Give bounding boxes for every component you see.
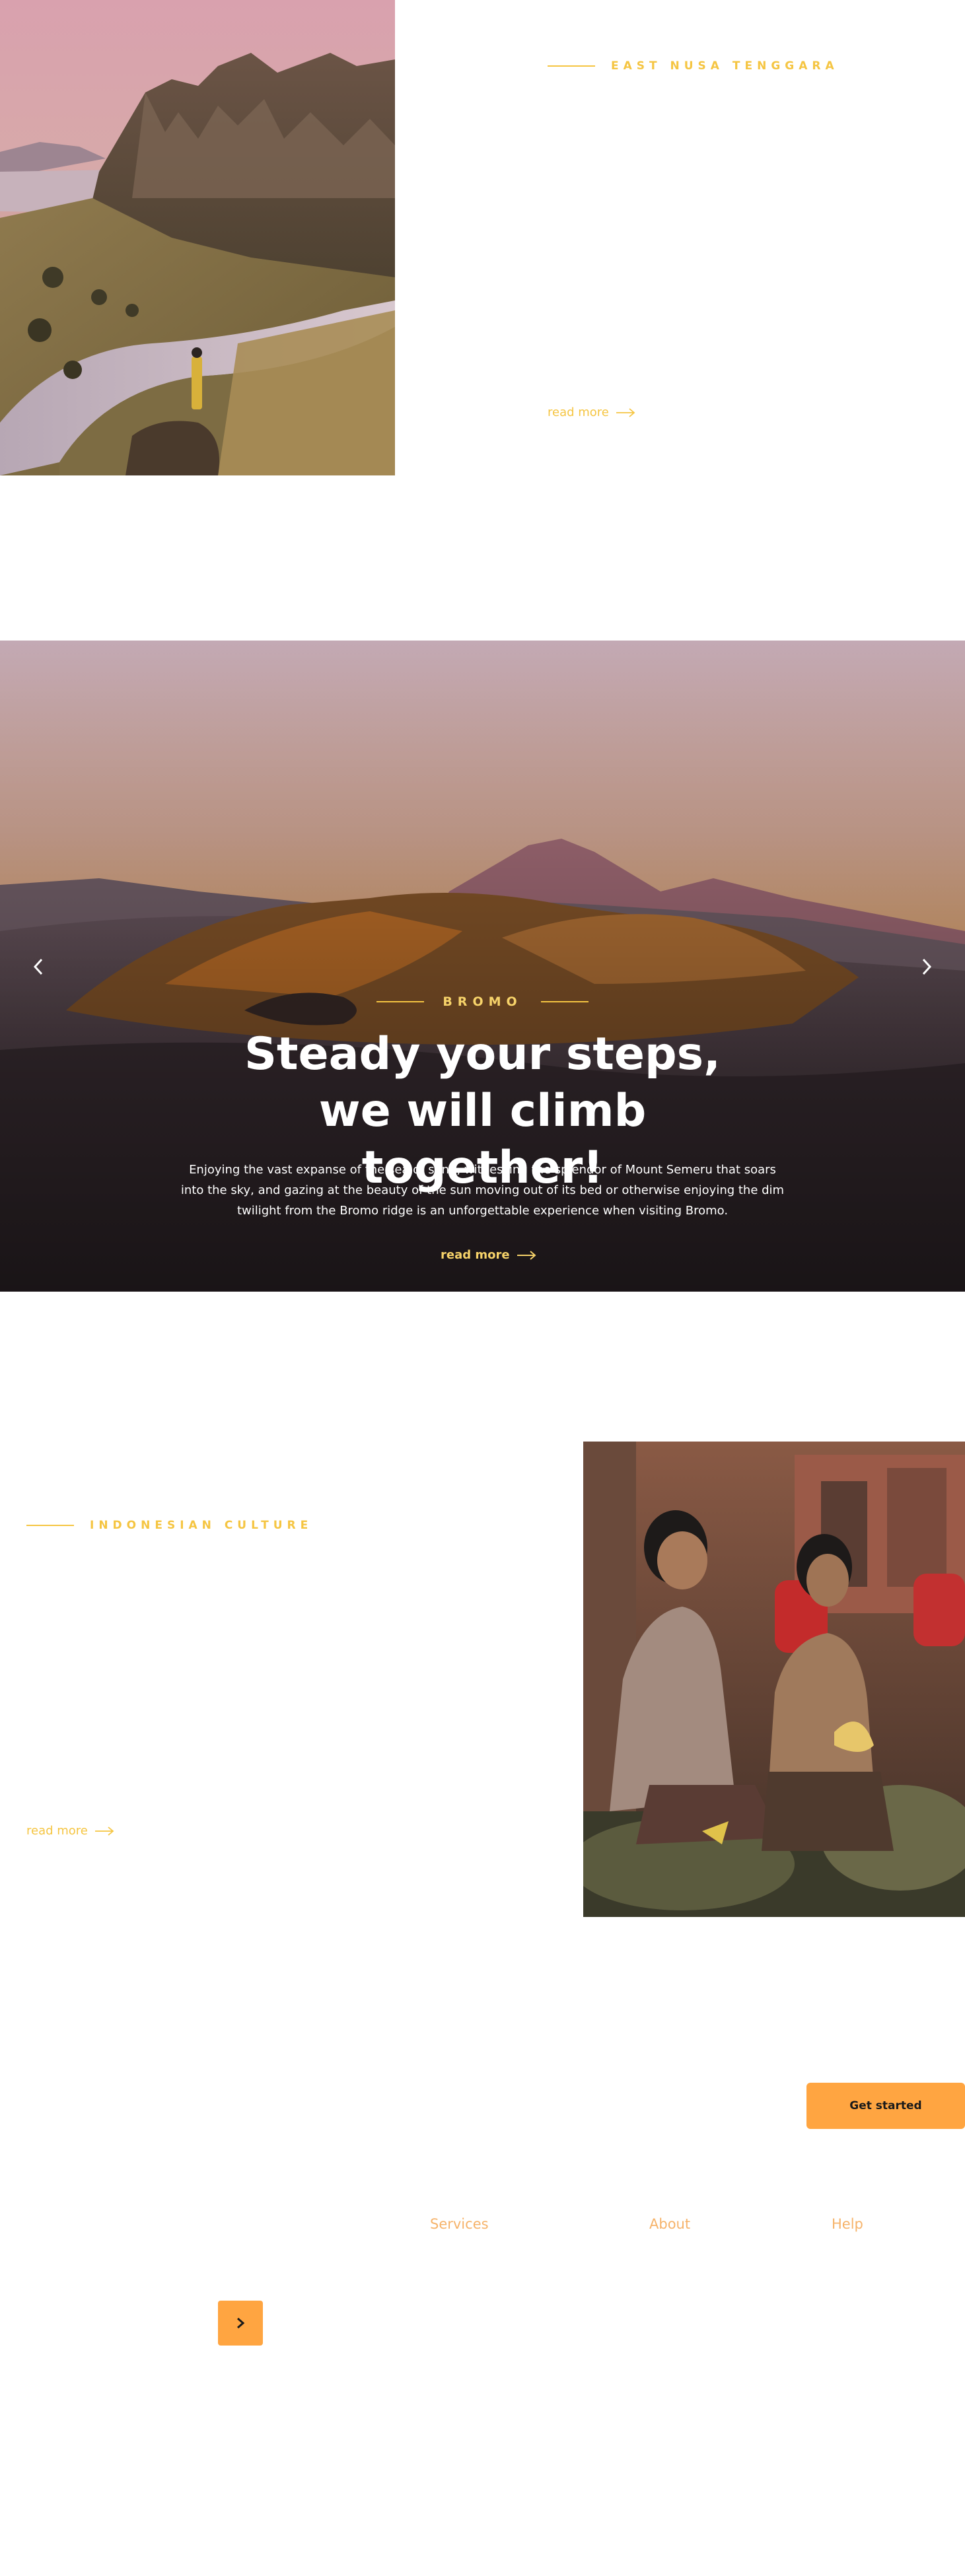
- arrow-right-icon: [517, 1250, 536, 1260]
- hero-description: Enjoying the vast expanse of the sea of …: [180, 1163, 785, 1218]
- eyebrow-label: EAST NUSA TENGGARA: [611, 59, 839, 73]
- east-nusa-tenggara-eyebrow: EAST NUSA TENGGARA: [548, 59, 839, 73]
- slider-prev-button[interactable]: [24, 952, 53, 981]
- read-more-label: read more: [548, 405, 609, 419]
- eyebrow-rule-right: [540, 1001, 589, 1002]
- nav-link-services[interactable]: Services: [430, 2216, 489, 2232]
- culture-read-more-link[interactable]: read more: [26, 1824, 114, 1838]
- indonesian-culture-photo: [583, 1442, 965, 1917]
- page: EAST NUSA TENGGARA read more BROMO Stead…: [0, 0, 965, 2576]
- chevron-left-icon: [33, 958, 43, 975]
- arrow-right-icon: [616, 407, 635, 417]
- read-more-label: read more: [26, 1824, 88, 1838]
- read-more-label: read more: [441, 1248, 510, 1262]
- eyebrow-label: INDONESIAN CULTURE: [90, 1519, 313, 1532]
- hero-read-more-link[interactable]: read more: [441, 1248, 536, 1262]
- chevron-right-icon: [922, 958, 932, 975]
- eyebrow-rule-left: [376, 1001, 425, 1002]
- indonesian-culture-eyebrow: INDONESIAN CULTURE: [26, 1519, 312, 1532]
- eyebrow-rule: [548, 65, 595, 67]
- bromo-eyebrow: BROMO: [0, 994, 965, 1009]
- arrow-right-icon: [94, 1826, 114, 1836]
- get-started-button[interactable]: Get started: [806, 2083, 965, 2129]
- nav-link-about[interactable]: About: [649, 2216, 690, 2232]
- eyebrow-label: BROMO: [443, 994, 522, 1009]
- next-button[interactable]: [218, 2301, 263, 2346]
- nav-link-help[interactable]: Help: [832, 2216, 863, 2232]
- slider-next-button[interactable]: [912, 952, 941, 981]
- bromo-hero-slider: BROMO Steady your steps, we will climb t…: [0, 641, 965, 1292]
- east-nusa-tenggara-photo: [0, 0, 395, 475]
- read-more-link[interactable]: read more: [548, 405, 635, 419]
- chevron-right-icon: [237, 2317, 245, 2329]
- eyebrow-rule: [26, 1525, 74, 1526]
